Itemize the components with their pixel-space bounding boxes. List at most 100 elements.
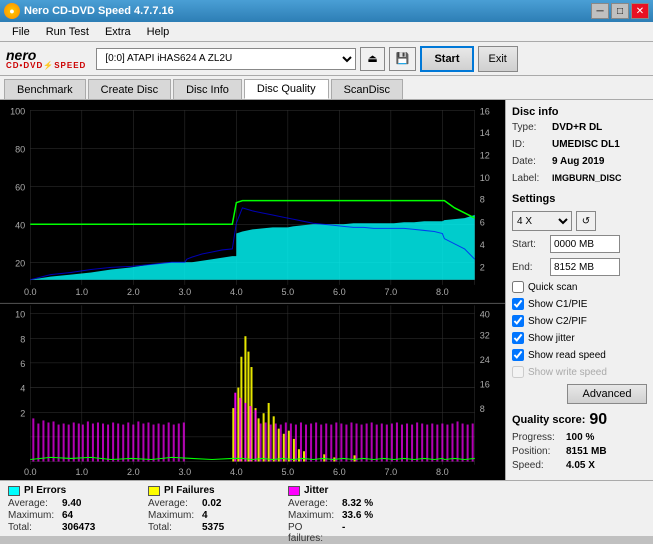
svg-text:6.0: 6.0 [333, 467, 346, 477]
position-value: 8151 MB [566, 446, 607, 457]
jitter-avg-label: Average: [288, 498, 340, 509]
end-mb-row: End: [512, 258, 647, 276]
window-controls: ─ □ ✕ [591, 3, 649, 19]
svg-text:6: 6 [480, 217, 485, 227]
maximize-button[interactable]: □ [611, 3, 629, 19]
charts-container: 100 80 60 40 20 16 14 12 10 8 6 4 2 0.0 … [0, 100, 505, 480]
quick-scan-row: Quick scan [512, 281, 647, 293]
menu-file[interactable]: File [4, 24, 38, 40]
show-c2-pif-checkbox[interactable] [512, 315, 524, 327]
end-label: End: [512, 262, 548, 273]
end-input[interactable] [550, 258, 620, 276]
close-button[interactable]: ✕ [631, 3, 649, 19]
menu-run-test[interactable]: Run Test [38, 24, 97, 40]
disc-id-value: UMEDISC DL1 [552, 138, 620, 152]
speed-settings-row: 4 X ↺ [512, 211, 647, 231]
show-write-speed-row: Show write speed [512, 366, 647, 378]
svg-text:0.0: 0.0 [24, 467, 37, 477]
menu-extra[interactable]: Extra [97, 24, 139, 40]
pi-errors-avg-value: 9.40 [62, 498, 112, 509]
svg-text:4: 4 [480, 240, 485, 250]
nero-logo: nero CD•DVD⚡SPEED [6, 48, 86, 70]
menu-bar: File Run Test Extra Help [0, 22, 653, 42]
svg-text:7.0: 7.0 [385, 467, 398, 477]
svg-text:8: 8 [480, 195, 485, 205]
pi-failures-avg-value: 0.02 [202, 498, 252, 509]
svg-text:3.0: 3.0 [179, 467, 192, 477]
svg-text:80: 80 [15, 144, 25, 154]
advanced-button[interactable]: Advanced [567, 384, 647, 404]
pi-errors-max-label: Maximum: [8, 510, 60, 521]
toolbar-eject-button[interactable]: ⏏ [360, 47, 384, 71]
quality-score-label: Quality score: [512, 414, 585, 426]
start-button[interactable]: Start [420, 46, 473, 72]
speed-row: Speed: 4.05 X [512, 460, 647, 471]
show-jitter-checkbox[interactable] [512, 332, 524, 344]
svg-text:32: 32 [480, 330, 490, 340]
svg-text:8.0: 8.0 [436, 287, 449, 297]
chart-svg: 100 80 60 40 20 16 14 12 10 8 6 4 2 0.0 … [0, 100, 505, 480]
pi-errors-max-row: Maximum: 64 [8, 510, 128, 521]
disc-type-label: Type: [512, 121, 552, 135]
pi-failures-max-row: Maximum: 4 [148, 510, 268, 521]
toolbar-save-button[interactable]: 💾 [389, 47, 417, 71]
jitter-avg-row: Average: 8.32 % [288, 498, 408, 509]
app-icon: ● [4, 3, 20, 19]
pi-failures-avg-row: Average: 0.02 [148, 498, 268, 509]
pi-failures-color [148, 486, 160, 496]
drive-select[interactable]: [0:0] ATAPI iHAS624 A ZL2U [96, 48, 356, 70]
pi-errors-header: PI Errors [8, 485, 128, 496]
svg-text:6: 6 [20, 359, 25, 369]
show-read-speed-checkbox[interactable] [512, 349, 524, 361]
menu-help[interactable]: Help [139, 24, 178, 40]
settings-title: Settings [512, 193, 647, 205]
exit-button[interactable]: Exit [478, 46, 518, 72]
disc-label-label: Label: [512, 172, 552, 186]
jitter-avg-value: 8.32 % [342, 498, 392, 509]
show-c2-pif-label: Show C2/PIF [528, 316, 587, 327]
title-bar: ● Nero CD-DVD Speed 4.7.7.16 ─ □ ✕ [0, 0, 653, 22]
progress-label: Progress: [512, 432, 564, 443]
disc-label-value: IMGBURN_DISC [552, 172, 622, 185]
quick-scan-checkbox[interactable] [512, 281, 524, 293]
svg-text:7.0: 7.0 [385, 287, 398, 297]
show-c1-pie-checkbox[interactable] [512, 298, 524, 310]
jitter-po-value: - [342, 522, 392, 544]
svg-text:60: 60 [15, 182, 25, 192]
tab-scan-disc[interactable]: ScanDisc [331, 79, 403, 99]
show-c1-pie-label: Show C1/PIE [528, 299, 587, 310]
svg-text:1.0: 1.0 [75, 467, 88, 477]
disc-type-value: DVD+R DL [552, 121, 602, 135]
svg-text:10: 10 [480, 173, 490, 183]
speed-select[interactable]: 4 X [512, 211, 572, 231]
pi-failures-group: PI Failures Average: 0.02 Maximum: 4 Tot… [148, 485, 268, 533]
disc-type-row: Type: DVD+R DL [512, 121, 647, 135]
tab-create-disc[interactable]: Create Disc [88, 79, 171, 99]
pi-failures-total-value: 5375 [202, 522, 252, 533]
svg-text:100: 100 [10, 106, 25, 116]
progress-value: 100 % [566, 432, 594, 443]
quick-scan-label: Quick scan [528, 282, 577, 293]
svg-text:4: 4 [20, 384, 25, 394]
start-input[interactable] [550, 235, 620, 253]
tab-benchmark[interactable]: Benchmark [4, 79, 86, 99]
refresh-button[interactable]: ↺ [576, 211, 596, 231]
show-write-speed-checkbox[interactable] [512, 366, 524, 378]
disc-info-title: Disc info [512, 106, 647, 118]
show-write-speed-label: Show write speed [528, 367, 607, 378]
svg-text:40: 40 [15, 220, 25, 230]
svg-text:6.0: 6.0 [333, 287, 346, 297]
tab-disc-quality[interactable]: Disc Quality [244, 79, 329, 99]
pi-errors-total-value: 306473 [62, 522, 112, 533]
minimize-button[interactable]: ─ [591, 3, 609, 19]
speed-value: 4.05 X [566, 460, 595, 471]
show-c2-pif-row: Show C2/PIF [512, 315, 647, 327]
progress-row: Progress: 100 % [512, 432, 647, 443]
disc-date-value: 9 Aug 2019 [552, 155, 604, 169]
show-read-speed-label: Show read speed [528, 350, 606, 361]
svg-text:3.0: 3.0 [179, 287, 192, 297]
svg-text:14: 14 [480, 128, 490, 138]
pi-errors-total-row: Total: 306473 [8, 522, 128, 533]
svg-text:5.0: 5.0 [282, 287, 295, 297]
tab-disc-info[interactable]: Disc Info [173, 79, 242, 99]
